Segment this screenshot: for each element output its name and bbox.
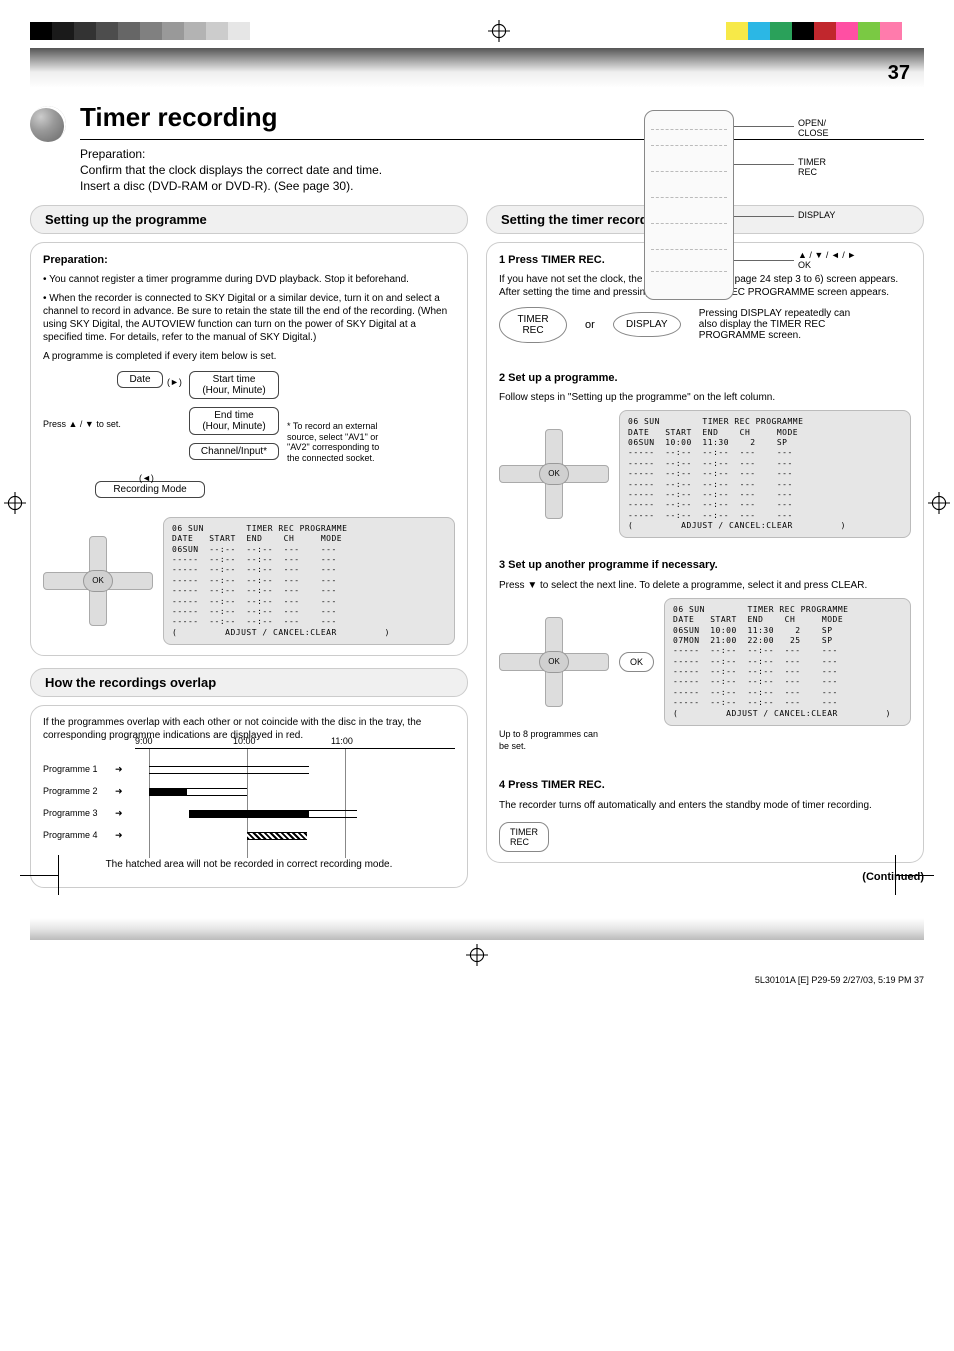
flow-caption: A programme is completed if every item b… [43,350,455,363]
step2-text: Follow steps in "Setting up the programm… [499,391,911,404]
swatch [140,22,162,40]
overlap-section-header: How the recordings overlap [30,668,468,697]
flow-note: * To record an external source, select "… [287,421,379,464]
swatch [206,22,228,40]
dpad-icon-3: OK [499,617,609,707]
step3-text: Press ▼ to select the next line. To dele… [499,579,911,592]
step3-heading: 3 Set up another programme if necessary. [499,558,911,572]
swatch [118,22,140,40]
footer-gradient-band [30,918,924,940]
flow-mode: Recording Mode [95,481,205,498]
swatch [902,22,924,40]
flow-end: End time (Hour, Minute) [189,407,279,435]
overlap-panel: If the programmes overlap with each othe… [30,705,468,888]
setup-programme-panel: Preparation: • You cannot register a tim… [30,242,468,657]
lcd-screen-1: 06 SUN TIMER REC PROGRAMME DATE START EN… [163,517,455,645]
programme-flow-diagram: Date Start time (Hour, Minute) End time … [43,371,455,511]
remote-diagram: OPEN/ CLOSE TIMER REC DISPLAY ▲ / ▼ / ◄ … [634,110,894,300]
overlap-hour-0: 9:00 [135,736,153,746]
swatch [726,22,748,40]
flow-start: Start time (Hour, Minute) [189,371,279,399]
overlap-hour-2: 11:00 [331,736,353,746]
swatch [880,22,902,40]
registration-mark-right [928,492,950,514]
crop-mark-bottom-left [20,855,80,895]
bw-swatches [30,22,272,40]
swatch [96,22,118,40]
step3-panel: 3 Set up another programme if necessary.… [486,548,924,768]
remote-label-dpad-ok: ▲ / ▼ / ◄ / ► OK [798,250,856,271]
dpad-icon-2: OK [499,429,609,519]
remote-label-open-close: OPEN/ CLOSE [798,118,829,139]
step4-heading: 4 Press TIMER REC. [499,778,911,792]
crop-mark-bottom-right [874,855,934,895]
prep-line-1: • When the recorder is connected to SKY … [43,292,455,344]
flow-tip-updown: Press ▲ / ▼ to set. [43,419,121,429]
overlap-row-2-label: Programme 3 [43,808,98,818]
overlap-caption: The hatched area will not be recorded in… [43,858,455,871]
timer-rec-button[interactable]: TIMER REC [499,307,567,343]
swatch [162,22,184,40]
print-bars [30,20,924,42]
overlap-row-1-label: Programme 2 [43,786,98,796]
step2-panel: 2 Set up a programme. Follow steps in "S… [486,361,924,549]
remote-label-display: DISPLAY [798,210,835,220]
swatch [770,22,792,40]
remote-label-timer-rec: TIMER REC [798,157,826,178]
swatch [250,22,272,40]
step4-text: The recorder turns off automatically and… [499,799,911,812]
prep-line-0: • You cannot register a timer programme … [43,273,455,286]
swatch [184,22,206,40]
page-number: 37 [888,62,910,85]
continued-label: (Continued) [486,871,924,883]
swatch [74,22,96,40]
cmyk-swatches [726,22,924,40]
swatch [814,22,836,40]
overlap-hour-1: 10:00 [233,736,256,746]
lcd-screen-3: 06 SUN TIMER REC PROGRAMME DATE START EN… [664,598,911,726]
preparation-heading: Preparation: [43,253,455,267]
flow-date: Date [117,371,163,388]
step2-heading: 2 Set up a programme. [499,371,911,385]
swatch [748,22,770,40]
footer-print-info: 5L30101A [E] P29-59 2/27/03, 5:19 PM 37 [30,975,924,985]
decorative-sphere [30,106,66,142]
lcd-screen-2: 06 SUN TIMER REC PROGRAMME DATE START EN… [619,410,911,538]
registration-mark-left [4,492,26,514]
swatch [836,22,858,40]
step1-tip: Pressing DISPLAY repeatedly can also dis… [699,308,850,341]
step3-hint: Up to 8 programmes can be set. [499,729,911,752]
flow-channel: Channel/Input* [189,443,279,460]
swatch [228,22,250,40]
dpad-icon: OK [43,536,153,626]
left-section-header: Setting up the programme [30,205,468,234]
overlap-figure: 9:00 10:00 11:00 Programme 1 ➜ Programme… [43,748,455,858]
swatch [52,22,74,40]
overlap-row-3-label: Programme 4 [43,830,98,840]
or-label: or [585,319,595,331]
flow-arrow-right: (►) [167,377,182,387]
swatch [30,22,52,40]
remote-outline [644,110,734,300]
swatch [792,22,814,40]
intro-text: Preparation: Confirm that the clock disp… [80,146,540,195]
header-gradient-band [30,48,924,88]
timer-rec-button-2[interactable]: TIMER REC [499,822,549,852]
registration-mark-top [488,20,510,42]
display-button[interactable]: DISPLAY [613,312,681,337]
flow-arrow-left: (◄) [139,473,154,483]
registration-mark-bottom [30,944,924,969]
step4-panel: 4 Press TIMER REC. The recorder turns of… [486,768,924,862]
swatch [858,22,880,40]
ok-button[interactable]: OK [619,652,654,672]
overlap-row-0-label: Programme 1 [43,764,98,774]
